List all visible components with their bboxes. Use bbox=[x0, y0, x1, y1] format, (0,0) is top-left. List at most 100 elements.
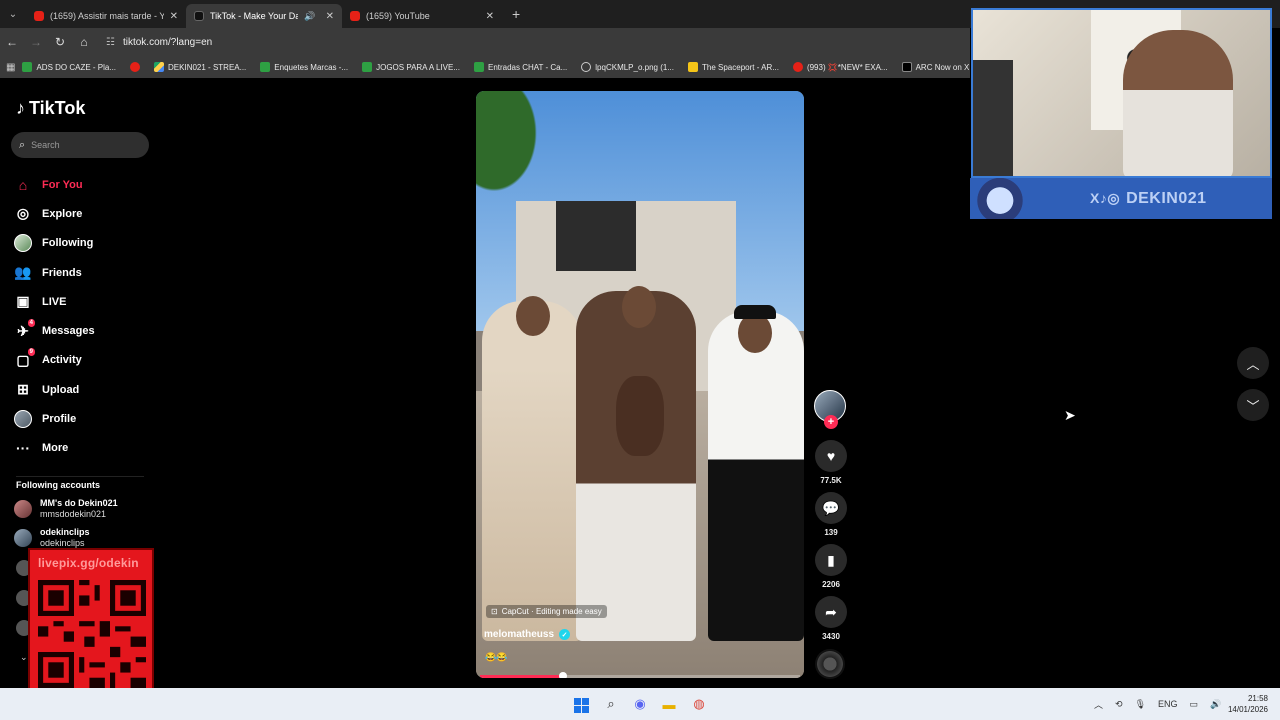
bookmark[interactable]: lpqCKMLP_o.png (1... bbox=[574, 62, 681, 72]
youtube-icon bbox=[350, 11, 360, 21]
share-button[interactable]: ➦ 3430 bbox=[814, 596, 848, 641]
next-video-button[interactable]: ﹀ bbox=[1237, 389, 1269, 421]
system-tray: ︿ ⟲ 🎙 ENG ▭ 🔊 bbox=[1094, 688, 1221, 720]
chevron-up-icon[interactable]: ︿ bbox=[1094, 698, 1103, 711]
nav-live[interactable]: ▣ LIVE bbox=[14, 287, 95, 316]
nav-following[interactable]: Following bbox=[14, 229, 95, 258]
nav-explore[interactable]: ◎ Explore bbox=[14, 199, 95, 228]
messages-badge: 4 bbox=[27, 319, 35, 328]
like-button[interactable]: ♥ 77.5K bbox=[814, 440, 848, 485]
bookmark[interactable]: JOGOS PARA A LIVE... bbox=[355, 62, 467, 72]
bookmark[interactable]: Enquetes Marcas -... bbox=[253, 62, 355, 72]
live-icon: ▣ bbox=[16, 293, 30, 310]
chevron-down-icon[interactable]: ⌄ bbox=[20, 652, 28, 663]
nav-label: Profile bbox=[42, 413, 77, 426]
logo-text: TikTok bbox=[29, 98, 86, 118]
speaker-icon[interactable]: 🔊 bbox=[304, 11, 315, 22]
mouse-cursor-icon: ➤ bbox=[1064, 407, 1076, 423]
nav-label: Friends bbox=[42, 266, 82, 279]
nav-messages[interactable]: ✈ 4 Messages bbox=[14, 316, 95, 345]
livepix-qr-overlay: livepix.gg/odekin bbox=[28, 548, 154, 695]
comment-icon: 💬 bbox=[815, 492, 847, 524]
bookmark[interactable]: DEKIN021 - STREA... bbox=[147, 62, 253, 72]
save-button[interactable]: ▮ 2206 bbox=[814, 544, 848, 589]
account-name: MM's do Dekin021 bbox=[40, 498, 118, 508]
share-count: 3430 bbox=[822, 632, 840, 641]
video-cap bbox=[734, 305, 776, 319]
creator-avatar[interactable]: + bbox=[814, 390, 846, 429]
home-icon[interactable]: ⌂ bbox=[72, 30, 96, 54]
sync-icon[interactable]: ⟲ bbox=[1115, 699, 1123, 710]
language-indicator[interactable]: ENG bbox=[1158, 699, 1178, 709]
tiktok-icon bbox=[194, 11, 204, 21]
nav-upload[interactable]: ⊞ Upload bbox=[14, 375, 95, 404]
back-icon[interactable]: ← bbox=[0, 30, 24, 54]
apps-grid-icon[interactable]: ▦ bbox=[6, 62, 15, 73]
comment-button[interactable]: 💬 139 bbox=[814, 492, 848, 537]
nav-activity[interactable]: ▢ 9 Activity bbox=[14, 346, 95, 375]
music-disc-icon[interactable] bbox=[815, 649, 845, 679]
site-info-icon[interactable]: ☷ bbox=[106, 37, 115, 48]
y-icon bbox=[688, 62, 698, 72]
progress-knob[interactable] bbox=[559, 672, 568, 678]
author-name: melomatheuss bbox=[484, 629, 555, 640]
nav-friends[interactable]: 👥 Friends bbox=[14, 258, 95, 287]
reload-icon[interactable]: ↻ bbox=[48, 30, 72, 54]
forward-icon[interactable]: → bbox=[24, 30, 48, 54]
nav-label: Explore bbox=[42, 207, 83, 220]
video-author[interactable]: melomatheuss ✓ bbox=[484, 629, 571, 640]
url-field[interactable]: ☷ tiktok.com/?lang=en bbox=[100, 31, 970, 53]
tab-tiktok[interactable]: TikTok - Make Your Day 🔊 ✕ bbox=[186, 4, 342, 28]
video-player[interactable]: ⊡ CapCut · Editing made easy melomatheus… bbox=[476, 91, 804, 678]
tab-search-icon[interactable]: ⌄ bbox=[0, 0, 26, 28]
search-input[interactable]: ⌕ Search bbox=[11, 132, 149, 158]
follow-plus-icon[interactable]: + bbox=[824, 415, 838, 429]
bookmark[interactable] bbox=[123, 62, 147, 72]
nav-profile[interactable]: Profile bbox=[14, 404, 95, 433]
bookmark[interactable]: ADS DO CAZE - Pla... bbox=[15, 62, 123, 72]
friends-icon: 👥 bbox=[14, 264, 32, 281]
tab-youtube[interactable]: (1659) YouTube ✕ bbox=[342, 4, 502, 28]
discord-icon[interactable]: ◉ bbox=[631, 695, 649, 713]
following-accounts-title: Following accounts bbox=[16, 480, 101, 490]
video-face bbox=[622, 286, 656, 328]
microphone-icon[interactable]: 🎙 bbox=[1135, 699, 1146, 710]
youtube-icon bbox=[792, 62, 803, 72]
tab-title: (1659) YouTube bbox=[366, 11, 430, 21]
windows-start-icon[interactable] bbox=[572, 696, 590, 714]
capcut-badge[interactable]: ⊡ CapCut · Editing made easy bbox=[486, 605, 607, 618]
close-icon[interactable]: ✕ bbox=[486, 11, 494, 22]
taskbar-clock[interactable]: 21:58 14/01/2026 bbox=[1222, 693, 1268, 715]
bookmark[interactable]: ARC Now on X: "Co... bbox=[895, 62, 970, 72]
nav-more[interactable]: ··· More bbox=[14, 434, 95, 463]
nav-for-you[interactable]: ⌂ For You bbox=[14, 170, 95, 199]
display-icon[interactable]: ▭ bbox=[1190, 699, 1199, 710]
previous-video-button[interactable]: ︿ bbox=[1237, 347, 1269, 379]
close-icon[interactable]: ✕ bbox=[326, 11, 334, 22]
save-count: 2206 bbox=[822, 580, 840, 589]
tiktok-logo[interactable]: ♪ TikTok bbox=[16, 98, 85, 119]
video-progress-bar[interactable] bbox=[480, 672, 800, 678]
bookmarks-bar: ▦ ADS DO CAZE - Pla... DEKIN021 - STREA.… bbox=[0, 56, 970, 78]
video-actions: + ♥ 77.5K 💬 139 ▮ 2206 ➦ 3430 bbox=[814, 390, 848, 679]
close-icon[interactable]: ✕ bbox=[170, 11, 178, 22]
bookmark[interactable]: (993) 💢*NEW* EXA... bbox=[786, 62, 895, 72]
windows-taskbar: ⌕ ◉ ▬ ◍ ︿ ⟲ 🎙 ENG ▭ 🔊 21:58 14/01/2026 bbox=[0, 688, 1280, 720]
social-icons: X♪◎ bbox=[1090, 190, 1121, 206]
verified-icon: ✓ bbox=[559, 629, 571, 640]
file-explorer-icon[interactable]: ▬ bbox=[660, 695, 678, 713]
speaker-icon[interactable]: 🔊 bbox=[1210, 699, 1221, 710]
following-account[interactable]: MM's do Dekin021 mmsdodekin021 bbox=[14, 498, 118, 520]
bookmark[interactable]: The Spaceport - AR... bbox=[681, 62, 786, 72]
bookmark[interactable]: Entradas CHAT - Ca... bbox=[467, 62, 574, 72]
qr-caption: livepix.gg/odekin bbox=[38, 556, 139, 570]
following-account[interactable]: odekinclips odekinclips bbox=[14, 527, 90, 549]
search-icon[interactable]: ⌕ bbox=[602, 695, 620, 713]
tab-youtube-watch-later[interactable]: (1659) Assistir mais tarde - YouT ✕ bbox=[26, 4, 186, 28]
new-tab-icon[interactable]: + bbox=[512, 6, 520, 22]
chrome-icon[interactable]: ◍ bbox=[690, 695, 708, 713]
stream-handle: DEKIN021 bbox=[1126, 189, 1207, 207]
progress-fill bbox=[480, 675, 564, 678]
like-count: 77.5K bbox=[820, 476, 842, 485]
x-icon bbox=[901, 62, 912, 72]
